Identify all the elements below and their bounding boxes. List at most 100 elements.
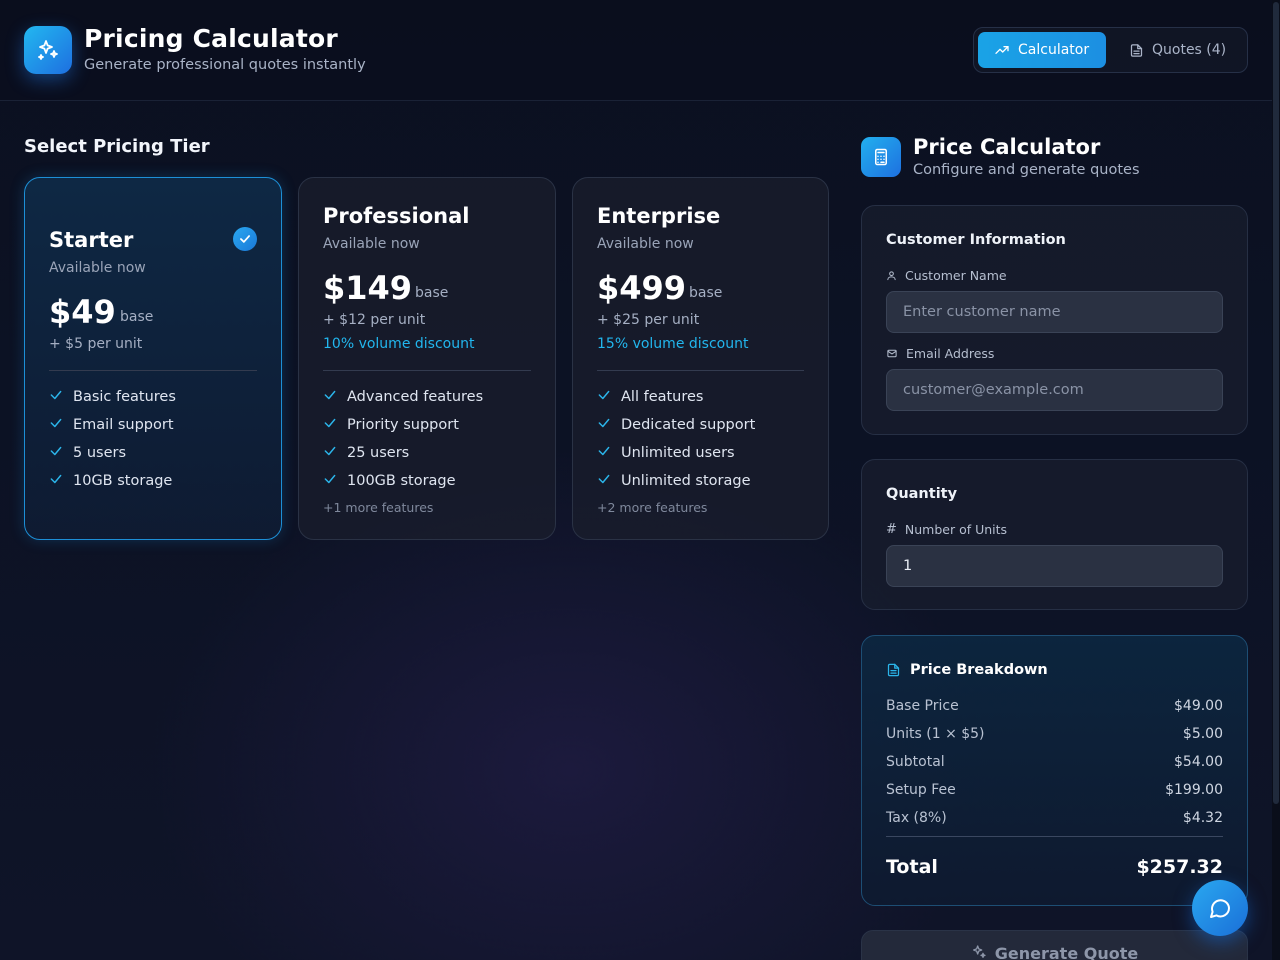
customer-name-label: Customer Name xyxy=(886,268,1007,283)
total-value: $257.32 xyxy=(1136,856,1223,878)
generate-quote-button[interactable]: Generate Quote xyxy=(861,930,1248,960)
feature-item: Unlimited storage xyxy=(597,472,751,490)
mail-icon xyxy=(887,349,897,358)
tier-price: $499 xyxy=(597,269,687,307)
tier-availability: Available now xyxy=(597,236,694,252)
row-label: Tax (8%) xyxy=(886,810,947,826)
scrollbar-thumb[interactable] xyxy=(1273,2,1279,804)
check-icon xyxy=(323,472,337,490)
customer-info-title: Customer Information xyxy=(886,232,1066,248)
divider xyxy=(49,370,257,371)
app-header: Pricing Calculator Generate professional… xyxy=(0,0,1272,101)
calculator-title: Price Calculator xyxy=(913,135,1101,159)
feature-item: Unlimited users xyxy=(597,444,735,462)
row-value: $49.00 xyxy=(1174,698,1223,714)
check-icon xyxy=(597,388,611,406)
row-label: Subtotal xyxy=(886,754,945,770)
row-value: $5.00 xyxy=(1182,726,1223,742)
feature-item: 25 users xyxy=(323,444,409,462)
calculator-subtitle: Configure and generate quotes xyxy=(913,162,1140,178)
tier-per-unit: + $5 per unit xyxy=(49,336,143,352)
breakdown-row: Base Price $49.00 xyxy=(886,698,1223,714)
feature-label: 10GB storage xyxy=(73,473,173,489)
tier-card-enterprise[interactable]: Enterprise Available now $499 base + $25… xyxy=(572,177,829,540)
feature-label: Advanced features xyxy=(347,389,484,405)
feature-item: 10GB storage xyxy=(49,472,172,490)
tier-price: $49 xyxy=(49,293,116,331)
document-icon xyxy=(1130,43,1143,57)
email-input[interactable] xyxy=(886,369,1223,411)
customer-info-panel: Customer Information Customer Name Email… xyxy=(861,205,1248,435)
tier-availability: Available now xyxy=(49,260,146,276)
trending-up-icon xyxy=(995,46,1009,54)
tier-card-professional[interactable]: Professional Available now $149 base + $… xyxy=(298,177,556,540)
quantity-panel: Quantity # Number of Units xyxy=(861,459,1248,610)
tier-name: Enterprise xyxy=(597,204,721,228)
tier-price: $149 xyxy=(323,269,413,307)
row-value: $4.32 xyxy=(1182,810,1223,826)
feature-item: Dedicated support xyxy=(597,416,755,434)
tier-availability: Available now xyxy=(323,236,420,252)
total-label: Total xyxy=(886,856,938,878)
feature-label: All features xyxy=(621,389,704,405)
feature-label: Basic features xyxy=(73,389,176,405)
feature-label: Email support xyxy=(73,417,174,433)
check-icon xyxy=(323,416,337,434)
check-icon xyxy=(597,472,611,490)
units-input[interactable] xyxy=(886,545,1223,587)
units-label: # Number of Units xyxy=(886,522,1008,537)
breakdown-title: Price Breakdown xyxy=(886,662,1048,678)
divider xyxy=(323,370,531,371)
tier-name: Starter xyxy=(49,228,134,252)
tab-calculator-label: Calculator xyxy=(1018,42,1090,58)
feature-label: Unlimited storage xyxy=(621,473,751,489)
feature-label: Dedicated support xyxy=(621,417,756,433)
feature-label: Unlimited users xyxy=(621,445,735,461)
check-icon xyxy=(49,388,63,406)
check-icon xyxy=(49,472,63,490)
tier-base-label: base xyxy=(120,309,154,325)
row-label: Setup Fee xyxy=(886,782,956,798)
breakdown-row: Units (1 × $5) $5.00 xyxy=(886,726,1223,742)
check-icon xyxy=(323,444,337,462)
breakdown-row: Subtotal $54.00 xyxy=(886,754,1223,770)
feature-item: Basic features xyxy=(49,388,176,406)
feature-item: Email support xyxy=(49,416,174,434)
breakdown-row: Setup Fee $199.00 xyxy=(886,782,1223,798)
more-features: +1 more features xyxy=(323,500,434,515)
feature-label: Priority support xyxy=(347,417,459,433)
feature-item: 100GB storage xyxy=(323,472,456,490)
selected-check-icon xyxy=(233,227,257,251)
more-features: +2 more features xyxy=(597,500,708,515)
divider xyxy=(886,836,1223,837)
feature-item: 5 users xyxy=(49,444,126,462)
check-icon xyxy=(597,416,611,434)
chat-bubble-icon xyxy=(1210,899,1230,918)
tier-card-starter[interactable]: Starter Available now $49 base + $5 per … xyxy=(24,177,282,540)
check-icon xyxy=(597,444,611,462)
price-breakdown-panel: Price Breakdown Base Price $49.00 Units … xyxy=(861,635,1248,906)
check-icon xyxy=(49,416,63,434)
app-title: Pricing Calculator xyxy=(84,24,338,53)
breakdown-row: Tax (8%) $4.32 xyxy=(886,810,1223,826)
user-icon xyxy=(887,271,896,281)
feature-label: 25 users xyxy=(347,445,410,461)
row-value: $54.00 xyxy=(1174,754,1223,770)
tab-quotes[interactable]: Quotes (4) xyxy=(1129,32,1241,68)
quantity-title: Quantity xyxy=(886,486,958,502)
chat-button[interactable] xyxy=(1192,880,1248,936)
email-label: Email Address xyxy=(886,346,994,361)
feature-item: All features xyxy=(597,388,704,406)
tier-discount: 10% volume discount xyxy=(323,336,475,352)
row-value: $199.00 xyxy=(1165,782,1223,798)
row-label: Base Price xyxy=(886,698,959,714)
hash-icon: # xyxy=(886,522,897,537)
app-subtitle: Generate professional quotes instantly xyxy=(84,57,366,73)
divider xyxy=(597,370,804,371)
tiers-section-title: Select Pricing Tier xyxy=(24,136,210,157)
tab-calculator[interactable]: Calculator xyxy=(978,32,1106,68)
view-switcher: Calculator Quotes (4) xyxy=(973,27,1248,73)
customer-name-input[interactable] xyxy=(886,291,1223,333)
tier-base-label: base xyxy=(415,285,449,301)
feature-item: Advanced features xyxy=(323,388,483,406)
